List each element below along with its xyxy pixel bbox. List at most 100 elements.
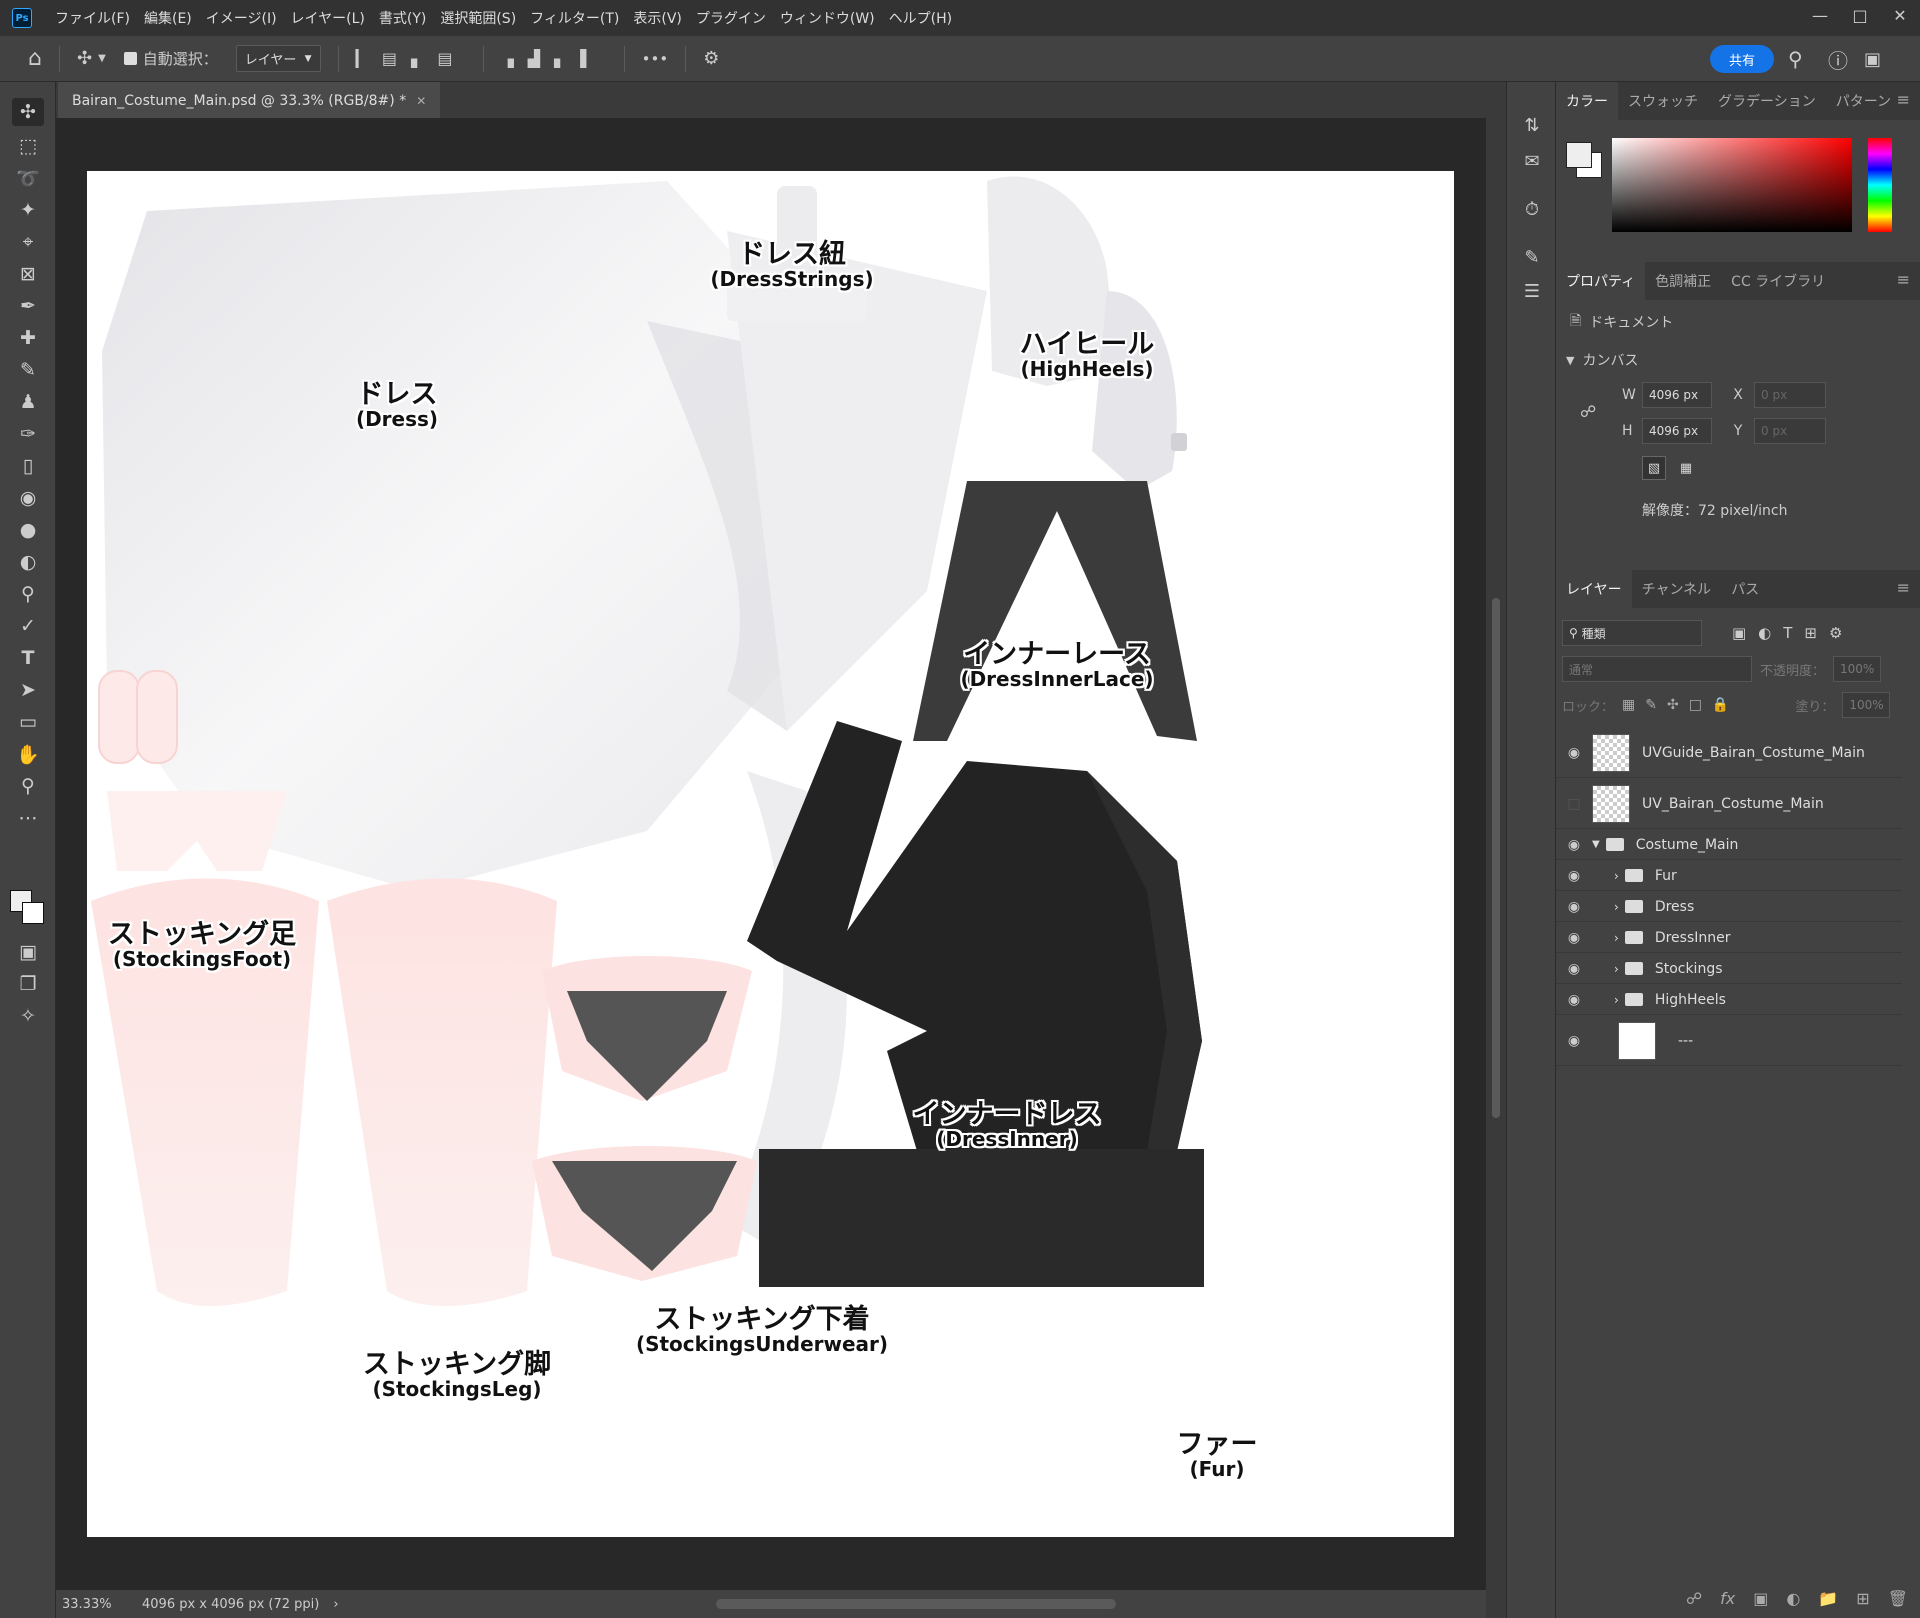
menu-plugins[interactable]: プラグイン (689, 8, 773, 28)
layer-group-row[interactable]: ◉ › HighHeels (1556, 985, 1902, 1015)
layer-row[interactable]: □ UV_Bairan_Costume_Main (1556, 779, 1902, 829)
hand-tool-icon[interactable]: ✋ (12, 740, 44, 768)
foreground-color-swatch-top[interactable] (1566, 142, 1592, 168)
tab-color[interactable]: カラー (1556, 82, 1618, 120)
y-field[interactable]: 0 px (1754, 418, 1826, 444)
chevron-right-icon[interactable]: › (1614, 869, 1619, 883)
healing-brush-tool-icon[interactable]: ✚ (12, 324, 44, 352)
document-tab[interactable]: Bairan_Costume_Main.psd @ 33.3% (RGB/8#)… (58, 82, 441, 118)
eye-icon[interactable]: ◉ (1556, 930, 1592, 946)
comments-icon[interactable]: ✉ (1519, 148, 1545, 174)
adjustment-layer-icon[interactable]: ◐ (1786, 1589, 1800, 1608)
canvas[interactable]: ドレス紐 (DressStrings) ドレス (Dress) ハイヒール (H… (87, 171, 1454, 1537)
layer-filter-icons[interactable]: ▣◐T⊞⚙ (1732, 624, 1854, 642)
tab-patterns[interactable]: パターン (1826, 82, 1901, 120)
chevron-right-icon[interactable]: › (333, 1597, 338, 1612)
brush-tool-icon[interactable]: ✎ (12, 356, 44, 384)
tab-swatches[interactable]: スウォッチ (1618, 82, 1708, 120)
zoom-level[interactable]: 33.33% (62, 1597, 132, 1612)
workspace-icon[interactable]: ▣ (1864, 36, 1881, 82)
path-selection-tool-icon[interactable]: ➤ (12, 676, 44, 704)
panel-menu-icon[interactable]: ≡ (1897, 270, 1910, 289)
layer-group-row[interactable]: ◉ › DressInner (1556, 923, 1902, 953)
chevron-down-icon[interactable]: ▼ (1592, 839, 1600, 850)
layer-row[interactable]: ◉ --- (1556, 1016, 1902, 1066)
search-icon[interactable]: ⚲ (1788, 36, 1803, 82)
paint-bucket-tool-icon[interactable]: ◉ (12, 484, 44, 512)
menu-file[interactable]: ファイル(F) (48, 8, 137, 28)
auto-select-checkbox[interactable]: 自動選択： (123, 48, 218, 69)
zoom-lens-tool-icon[interactable]: ⚲ (12, 580, 44, 608)
marquee-tool-icon[interactable]: ⬚ (12, 132, 44, 160)
auto-select-target-dropdown[interactable]: レイヤー ▼ (235, 45, 321, 72)
chevron-right-icon[interactable]: › (1614, 993, 1619, 1007)
panel-menu-icon[interactable]: ≡ (1897, 578, 1910, 597)
add-mask-icon[interactable]: ▣ (1753, 1589, 1768, 1608)
layer-group-row[interactable]: ◉ ▼ Costume_Main (1556, 830, 1902, 860)
tab-channels[interactable]: チャンネル (1632, 570, 1722, 608)
x-field[interactable]: 0 px (1754, 382, 1826, 408)
layer-filter-dropdown[interactable]: ⚲ 種類 (1562, 620, 1702, 646)
vertical-scroll-thumb[interactable] (1492, 598, 1500, 1118)
move-tool-icon[interactable]: ✣ ▼ (77, 48, 106, 69)
generative-icon[interactable]: ✧ (12, 1002, 44, 1030)
more-tools-icon[interactable]: ⋯ (12, 804, 44, 832)
zoom-tool-icon[interactable]: ⚲ (12, 772, 44, 800)
tab-adjustments[interactable]: 色調補正 (1645, 262, 1721, 300)
stamp-tool-icon[interactable]: ♟ (12, 388, 44, 416)
layer-group-row[interactable]: ◉ › Stockings (1556, 954, 1902, 984)
menu-window[interactable]: ウィンドウ(W) (773, 8, 882, 28)
help-icon[interactable]: ⓘ (1828, 36, 1848, 82)
link-layers-icon[interactable]: ☍ (1686, 1589, 1702, 1608)
learn-icon[interactable]: ⇅ (1519, 112, 1545, 138)
fill-field[interactable]: 100% (1842, 692, 1891, 718)
menu-view[interactable]: 表示(V) (626, 8, 689, 28)
chevron-right-icon[interactable]: › (1614, 931, 1619, 945)
menu-layer[interactable]: レイヤー(L) (284, 8, 372, 28)
layer-group-row[interactable]: ◉ › Fur (1556, 861, 1902, 891)
height-field[interactable]: 4096 px (1642, 418, 1712, 444)
menu-image[interactable]: イメージ(I) (199, 8, 284, 28)
eye-hidden-icon[interactable]: □ (1556, 796, 1592, 812)
frame-tool-icon[interactable]: ⊠ (12, 260, 44, 288)
panel-menu-icon[interactable]: ≡ (1897, 90, 1910, 109)
link-icon[interactable]: ☍ (1580, 402, 1596, 421)
tab-gradients[interactable]: グラデーション (1708, 82, 1826, 120)
new-layer-icon[interactable]: ⊞ (1856, 1589, 1869, 1608)
gear-icon[interactable]: ⚙ (703, 48, 719, 69)
layer-group-row[interactable]: ◉ › Dress (1556, 892, 1902, 922)
blend-mode-dropdown[interactable]: 通常 (1562, 656, 1752, 682)
lock-icons[interactable]: ▦✎✣□🔒 (1622, 697, 1739, 713)
eraser-tool-icon[interactable]: ▯ (12, 452, 44, 480)
menu-filter[interactable]: フィルター(T) (523, 8, 626, 28)
align-icons[interactable]: ▎▤▖▤ (356, 49, 467, 68)
distribute-icons[interactable]: ▗▟▖▌ (501, 49, 606, 68)
maximize-icon[interactable]: □ (1840, 0, 1880, 30)
eye-icon[interactable]: ◉ (1556, 899, 1592, 915)
menu-type[interactable]: 書式(Y) (372, 8, 433, 28)
type-tool-icon[interactable]: T (12, 644, 44, 672)
menu-edit[interactable]: 編集(E) (137, 8, 199, 28)
vertical-scrollbar[interactable] (1486, 118, 1506, 1618)
close-icon[interactable]: ✕ (1880, 0, 1920, 30)
eye-icon[interactable]: ◉ (1556, 1033, 1592, 1049)
width-field[interactable]: 4096 px (1642, 382, 1712, 408)
portrait-icon[interactable]: ▧ (1642, 456, 1666, 480)
eye-icon[interactable]: ◉ (1556, 961, 1592, 977)
canvas-section[interactable]: ▼ カンバス (1556, 350, 1920, 370)
minimize-icon[interactable]: — (1800, 0, 1840, 30)
chevron-right-icon[interactable]: › (1614, 900, 1619, 914)
brush-settings-icon[interactable]: ✎ (1519, 244, 1545, 270)
adjustments-icon[interactable]: ☰ (1519, 278, 1545, 304)
hue-slider[interactable] (1868, 138, 1892, 232)
checkbox-icon[interactable] (123, 52, 137, 65)
new-group-icon[interactable]: 📁 (1818, 1589, 1838, 1608)
eyedropper-tool-icon[interactable]: ✒ (12, 292, 44, 320)
eye-icon[interactable]: ◉ (1556, 868, 1592, 884)
opacity-field[interactable]: 100% (1833, 656, 1882, 682)
move-tool-icon[interactable]: ✣ (12, 98, 44, 126)
tab-properties[interactable]: プロパティ (1556, 262, 1646, 300)
screen-mode-icon[interactable]: ❐ (12, 970, 44, 998)
lasso-tool-icon[interactable]: ➰ (12, 164, 44, 192)
home-icon[interactable]: ⌂ (28, 46, 42, 71)
